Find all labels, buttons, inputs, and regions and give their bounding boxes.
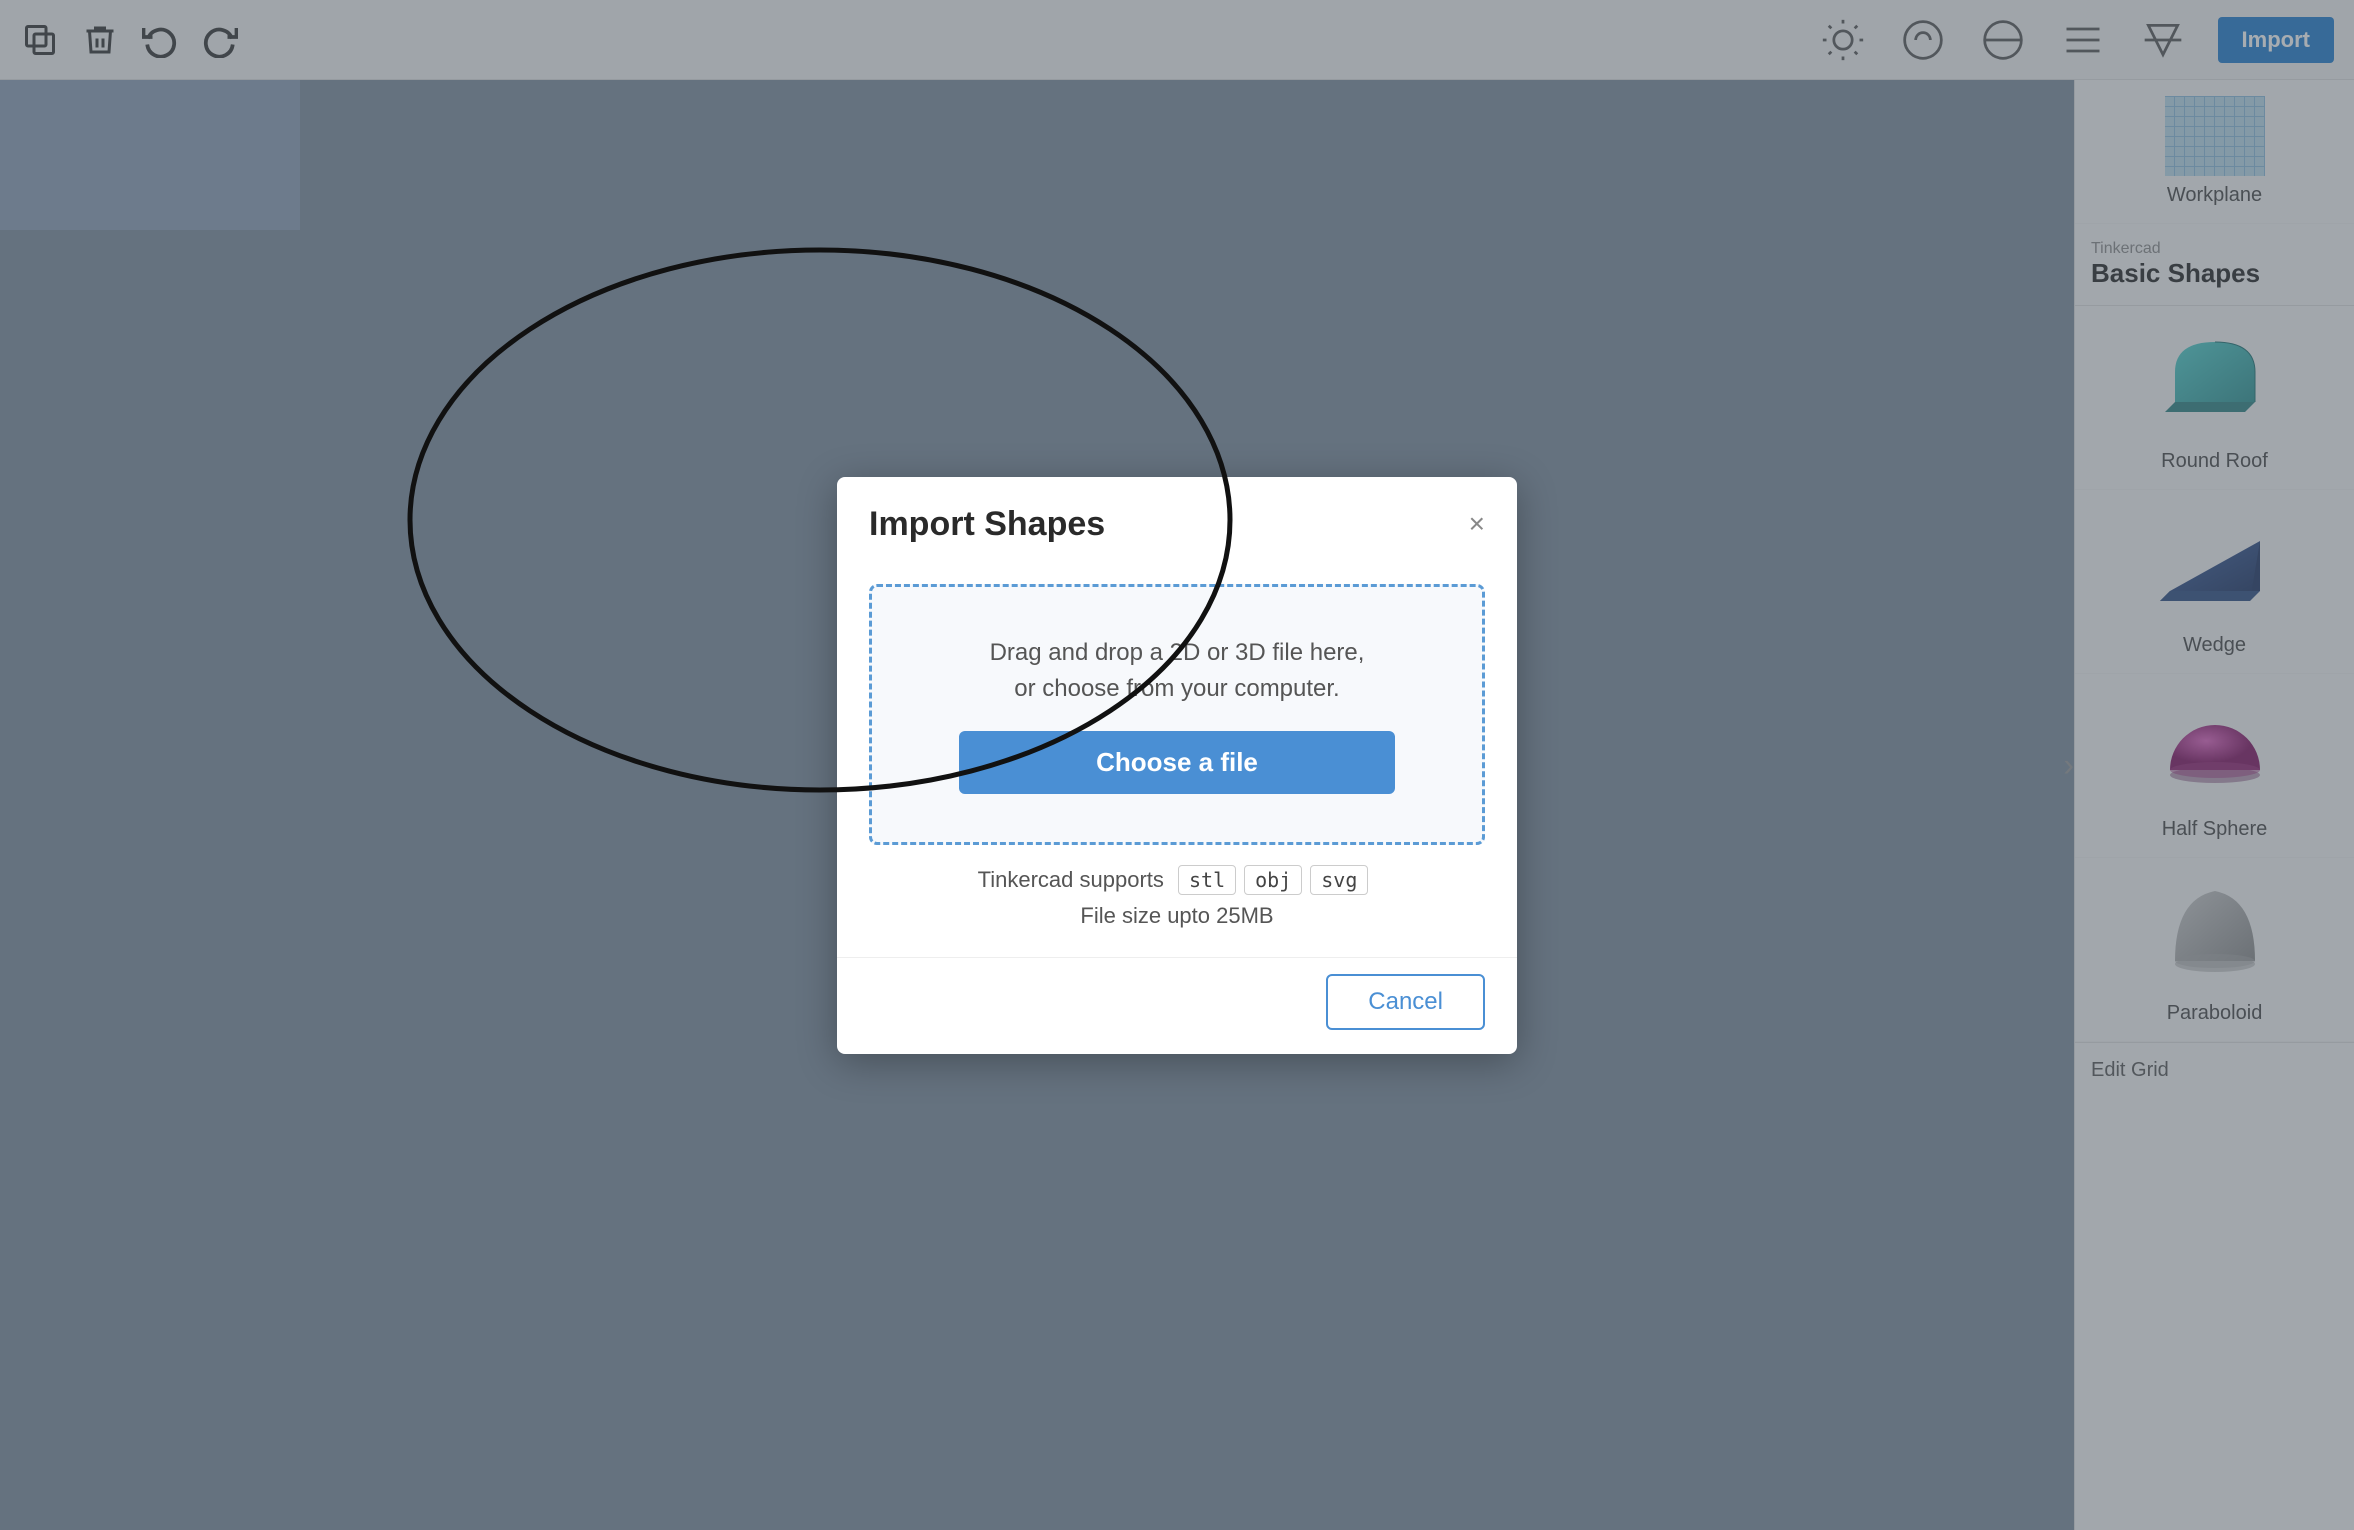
drop-text: Drag and drop a 2D or 3D file here, or c… [990, 635, 1365, 707]
format-info: Tinkercad supports stl obj svg [869, 865, 1485, 895]
cancel-button[interactable]: Cancel [1326, 974, 1485, 1030]
modal-title: Import Shapes [869, 505, 1105, 544]
supports-text: Tinkercad supports [978, 867, 1164, 892]
drop-zone[interactable]: Drag and drop a 2D or 3D file here, or c… [869, 584, 1485, 845]
filesize-info: File size upto 25MB [869, 903, 1485, 929]
modal-close-button[interactable]: × [1469, 510, 1485, 538]
choose-file-button[interactable]: Choose a file [959, 731, 1396, 794]
modal-footer: Cancel [837, 957, 1517, 1054]
modal-header: Import Shapes × [837, 477, 1517, 564]
modal-body: Drag and drop a 2D or 3D file here, or c… [837, 564, 1517, 957]
format-badges: stl obj svg [1178, 865, 1368, 895]
format-svg: svg [1310, 865, 1368, 895]
modal-overlay: Import Shapes × Drag and drop a 2D or 3D… [0, 0, 2354, 1530]
format-obj: obj [1244, 865, 1302, 895]
import-shapes-modal: Import Shapes × Drag and drop a 2D or 3D… [837, 477, 1517, 1054]
format-stl: stl [1178, 865, 1236, 895]
